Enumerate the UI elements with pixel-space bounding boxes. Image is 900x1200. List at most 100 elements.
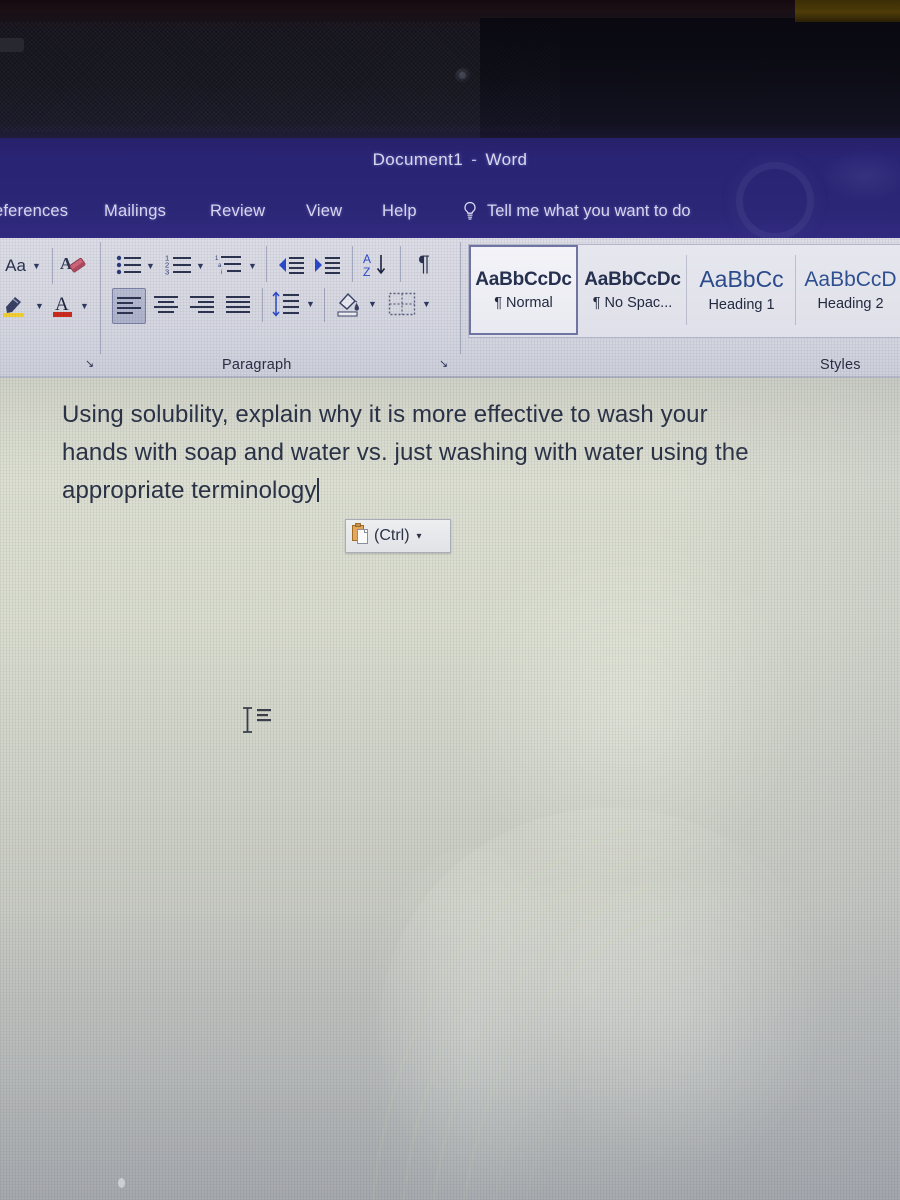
tab-references[interactable]: eferences — [0, 202, 68, 221]
screen-reflection — [360, 848, 580, 1200]
webcam-lens-icon — [459, 72, 466, 79]
paste-options-button[interactable]: (Ctrl) ▾ — [345, 519, 451, 553]
bezel-speaker-mesh — [0, 22, 560, 132]
style-preview: AaBbCcDc — [584, 269, 681, 289]
shading-button[interactable] — [332, 287, 364, 321]
svg-text:A: A — [363, 252, 371, 266]
style-name: ¶ No Spac... — [592, 294, 673, 311]
divider — [352, 246, 353, 282]
style-name: Heading 1 — [708, 296, 775, 313]
chevron-down-icon[interactable]: ▼ — [248, 262, 257, 271]
pilcrow-icon: ¶ — [418, 251, 430, 276]
top-edge-strip — [795, 0, 900, 22]
svg-text:A: A — [55, 294, 69, 315]
document-line-text: appropriate terminology — [62, 476, 317, 504]
chevron-down-icon[interactable]: ▼ — [146, 262, 155, 271]
change-case-button[interactable]: Aa ▼ — [0, 252, 46, 280]
svg-text:1: 1 — [215, 256, 219, 262]
chevron-down-icon[interactable]: ▼ — [306, 300, 315, 309]
chevron-down-icon[interactable]: ▾ — [417, 531, 422, 542]
clear-all-formatting-button[interactable]: A — [58, 250, 90, 282]
title-bar: Document1 - Word — [0, 138, 900, 190]
style-item-normal[interactable]: AaBbCcDc ¶ Normal — [469, 245, 578, 335]
screen-sheen-bottom — [0, 900, 900, 1200]
paragraph-group-label: Paragraph — [222, 357, 292, 373]
tell-me-search[interactable]: Tell me what you want to do — [462, 201, 691, 221]
chevron-down-icon: ▼ — [31, 260, 41, 271]
bezel-tab — [0, 38, 24, 52]
svg-text:i: i — [221, 270, 222, 276]
lightbulb-icon — [462, 201, 478, 221]
divider — [400, 246, 401, 282]
tab-help[interactable]: Help — [382, 202, 417, 221]
svg-text:3: 3 — [165, 268, 169, 277]
screen-glare-arcs — [371, 826, 706, 1200]
line-and-paragraph-spacing-button[interactable] — [270, 288, 302, 320]
document-body-text[interactable]: Using solubility, explain why it is more… — [62, 396, 852, 510]
group-separator — [100, 242, 101, 354]
styles-gallery[interactable]: AaBbCcDc ¶ Normal AaBbCcDc ¶ No Spac... … — [468, 244, 900, 338]
divider — [52, 248, 53, 284]
click-and-type-cursor — [238, 704, 278, 738]
sort-button[interactable]: A Z — [360, 248, 394, 282]
document-name: Document1 — [372, 150, 464, 169]
tab-review[interactable]: Review — [210, 202, 265, 221]
title-separator: - — [471, 150, 478, 169]
style-item-no-spacing[interactable]: AaBbCcDc ¶ No Spac... — [578, 245, 687, 335]
numbering-button[interactable]: 1 2 3 — [164, 250, 194, 280]
style-name: Heading 2 — [817, 295, 884, 312]
screen-reflection — [430, 528, 790, 888]
divider — [266, 246, 267, 282]
document-line-with-caret: appropriate terminology — [62, 472, 852, 510]
style-item-heading-2[interactable]: AaBbCcD Heading 2 — [796, 245, 900, 335]
font-dialog-launcher[interactable]: ↘ — [83, 358, 96, 371]
window-title: Document1 - Word — [0, 150, 900, 170]
show-hide-paragraph-marks-button[interactable]: ¶ — [410, 249, 438, 279]
bezel-shadow — [480, 18, 900, 140]
center-button[interactable] — [150, 290, 182, 320]
chevron-down-icon[interactable]: ▼ — [80, 302, 89, 311]
tab-view[interactable]: View — [306, 202, 342, 221]
borders-button[interactable] — [386, 289, 418, 319]
chevron-down-icon[interactable]: ▼ — [196, 262, 205, 271]
paste-options-label: (Ctrl) — [374, 527, 410, 544]
font-color-button[interactable]: A — [48, 290, 78, 320]
document-page[interactable]: Using solubility, explain why it is more… — [0, 378, 900, 1200]
paragraph-dialog-launcher[interactable]: ↘ — [437, 358, 450, 371]
document-line: hands with soap and water vs. just washi… — [62, 438, 749, 466]
chevron-down-icon[interactable]: ▼ — [35, 302, 44, 311]
svg-text:a: a — [218, 263, 222, 269]
bullets-button[interactable] — [114, 250, 144, 280]
justify-button[interactable] — [222, 290, 254, 320]
align-left-button[interactable] — [112, 288, 146, 324]
styles-group-label: Styles — [820, 357, 861, 373]
clipboard-icon — [352, 522, 369, 550]
increase-indent-button[interactable] — [312, 251, 342, 279]
group-separator — [460, 242, 461, 354]
decrease-indent-button[interactable] — [276, 251, 306, 279]
style-preview: AaBbCcDc — [475, 269, 572, 289]
multilevel-list-button[interactable]: 1 a i — [214, 250, 246, 280]
style-item-heading-1[interactable]: AaBbCc Heading 1 — [687, 245, 796, 335]
style-preview: AaBbCc — [699, 267, 784, 291]
screen-reflection — [520, 878, 840, 1158]
ribbon-tab-strip: eferences Mailings Review View Help Tell… — [0, 190, 900, 238]
tell-me-placeholder: Tell me what you want to do — [487, 201, 691, 220]
style-name: ¶ Normal — [494, 294, 553, 311]
text-caret — [317, 477, 320, 502]
document-line: Using solubility, explain why it is more… — [62, 401, 708, 428]
svg-text:Z: Z — [363, 265, 370, 279]
app-name: Word — [485, 150, 528, 169]
screen-reflection — [380, 808, 840, 1200]
text-highlight-color-button[interactable] — [0, 290, 32, 320]
chevron-down-icon[interactable]: ▼ — [422, 300, 431, 309]
svg-text:A: A — [60, 254, 73, 273]
divider — [324, 288, 325, 322]
style-preview: AaBbCcD — [804, 268, 897, 290]
laptop-bezel — [0, 0, 900, 140]
align-right-button[interactable] — [186, 290, 218, 320]
tab-mailings[interactable]: Mailings — [104, 202, 166, 221]
laptop-screen-photo: Document1 - Word eferences Mailings Revi… — [0, 0, 900, 1200]
chevron-down-icon[interactable]: ▼ — [368, 300, 377, 309]
divider — [262, 288, 263, 322]
